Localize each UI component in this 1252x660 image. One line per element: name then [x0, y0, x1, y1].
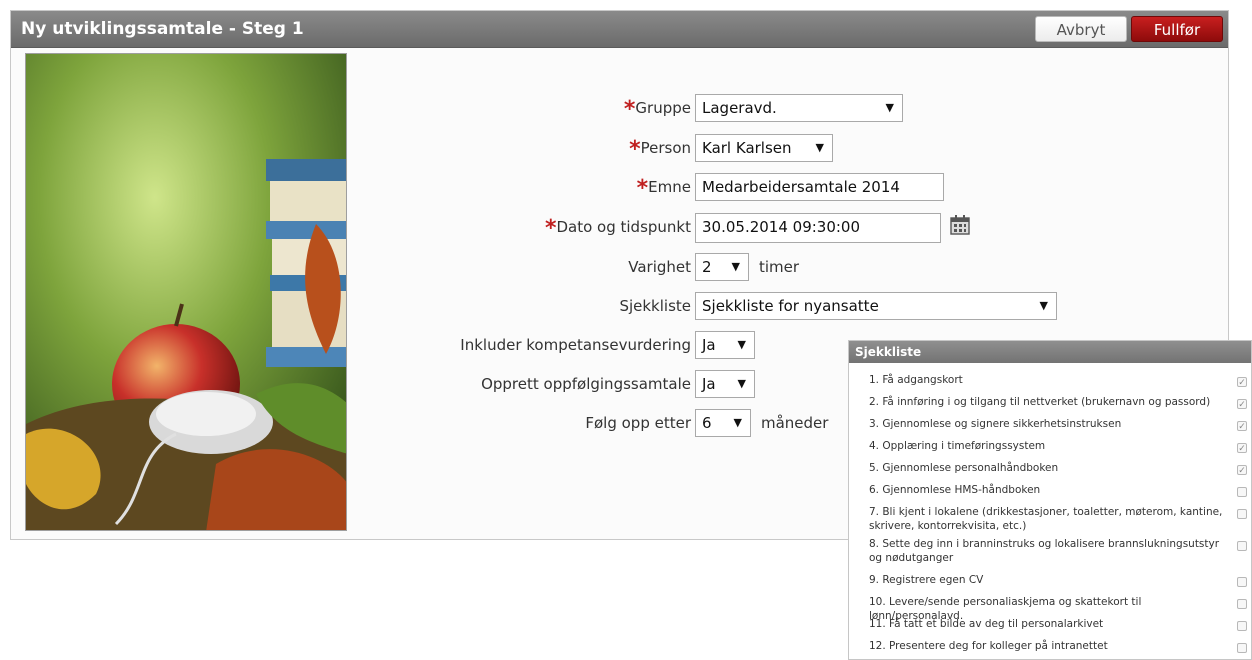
- illustration-image: [25, 53, 347, 531]
- varighet-row: Varighet: [441, 253, 691, 281]
- chevron-down-icon: ▼: [733, 416, 742, 429]
- checklist-checkbox[interactable]: [1237, 577, 1247, 587]
- checklist-checkbox[interactable]: [1237, 621, 1247, 631]
- checklist-item: 4. Opplæring i timeføringssystem: [869, 440, 1046, 452]
- checklist-item: 6. Gjennomlese HMS-håndboken: [869, 484, 1041, 496]
- sjekkliste-select[interactable]: Sjekkliste for nyansatte ▼: [695, 292, 1057, 320]
- chevron-down-icon: ▼: [1039, 299, 1048, 312]
- kompetanse-row: Inkluder kompetansevurdering: [411, 331, 691, 359]
- chevron-down-icon: ▼: [731, 260, 740, 273]
- kompetanse-select[interactable]: Ja ▼: [695, 331, 755, 359]
- sjekkliste-row: Sjekkliste: [441, 292, 691, 320]
- gruppe-select[interactable]: Lageravd. ▼: [695, 94, 903, 122]
- checklist-checkbox[interactable]: ✓: [1237, 443, 1247, 454]
- checklist-item: 7. Bli kjent i lokalene (drikkestasjoner…: [869, 506, 1223, 532]
- oppfolging-label: Opprett oppfølgingssamtale: [481, 375, 691, 393]
- checklist-checkbox[interactable]: ✓: [1237, 399, 1247, 410]
- checklist-checkbox[interactable]: ✓: [1237, 377, 1247, 388]
- chevron-down-icon: ▼: [815, 141, 824, 154]
- emne-input[interactable]: Medarbeidersamtale 2014: [695, 173, 944, 201]
- checklist-item: 9. Registrere egen CV: [869, 574, 984, 586]
- varighet-select[interactable]: 2 ▼: [695, 253, 749, 281]
- required-marker: *: [636, 176, 649, 201]
- dialog-title: Ny utviklingssamtale - Steg 1: [21, 19, 304, 39]
- dialog-header: Ny utviklingssamtale - Steg 1 Avbryt Ful…: [11, 11, 1228, 48]
- person-select[interactable]: Karl Karlsen ▼: [695, 134, 833, 162]
- chevron-down-icon: ▼: [885, 101, 894, 114]
- checklist-checkbox[interactable]: ✓: [1237, 465, 1247, 476]
- cancel-button[interactable]: Avbryt: [1035, 16, 1127, 42]
- checklist-checkbox[interactable]: [1237, 599, 1247, 609]
- checklist-item: 1. Få adgangskort: [869, 374, 963, 386]
- chevron-down-icon: ▼: [737, 338, 746, 351]
- required-marker: *: [623, 97, 636, 122]
- checklist-item: 8. Sette deg inn i branninstruks og loka…: [869, 538, 1220, 564]
- checklist-checkbox[interactable]: [1237, 509, 1247, 519]
- checklist-checkbox[interactable]: [1237, 487, 1247, 497]
- dato-label: Dato og tidspunkt: [556, 218, 691, 236]
- checklist-item: 11. Få tatt et bilde av deg til personal…: [869, 618, 1104, 630]
- finish-button[interactable]: Fullfør: [1131, 16, 1223, 42]
- checklist-checkbox[interactable]: [1237, 643, 1247, 653]
- varighet-suffix: timer: [759, 258, 800, 276]
- calendar-icon[interactable]: [950, 215, 970, 235]
- varighet-label: Varighet: [628, 258, 691, 276]
- required-marker: *: [544, 216, 557, 241]
- folg-opp-label: Følg opp etter: [585, 414, 691, 432]
- emne-row: *Emne: [441, 173, 691, 201]
- checklist-title: Sjekkliste: [849, 341, 1251, 363]
- oppfolging-select[interactable]: Ja ▼: [695, 370, 755, 398]
- person-label: Person: [640, 139, 691, 157]
- folg-opp-row: Følg opp etter: [441, 409, 691, 437]
- person-row: *Person: [441, 134, 691, 162]
- checklist-item: 3. Gjennomlese og signere sikkerhetsinst…: [869, 418, 1122, 430]
- required-marker: *: [629, 137, 641, 162]
- folg-opp-suffix: måneder: [761, 414, 829, 432]
- checklist-item: 12. Presentere deg for kolleger på intra…: [869, 640, 1108, 652]
- chevron-down-icon: ▼: [737, 377, 746, 390]
- checklist-item: 2. Få innføring i og tilgang til nettver…: [869, 396, 1211, 408]
- sjekkliste-label: Sjekkliste: [619, 297, 691, 315]
- folg-opp-select[interactable]: 6 ▼: [695, 409, 751, 437]
- checklist-item: 5. Gjennomlese personalhåndboken: [869, 462, 1059, 474]
- checklist-popup: Sjekkliste 1. Få adgangskort ✓ 2. Få inn…: [848, 340, 1252, 660]
- checklist-checkbox[interactable]: [1237, 541, 1247, 551]
- kompetanse-label: Inkluder kompetansevurdering: [460, 336, 691, 354]
- oppfolging-row: Opprett oppfølgingssamtale: [411, 370, 691, 398]
- gruppe-row: *Gruppe: [441, 94, 691, 122]
- gruppe-label: Gruppe: [635, 99, 691, 117]
- dato-row: *Dato og tidspunkt: [441, 213, 691, 241]
- emne-label: Emne: [648, 178, 691, 196]
- dato-input[interactable]: 30.05.2014 09:30:00: [695, 213, 941, 243]
- checklist-checkbox[interactable]: ✓: [1237, 421, 1247, 432]
